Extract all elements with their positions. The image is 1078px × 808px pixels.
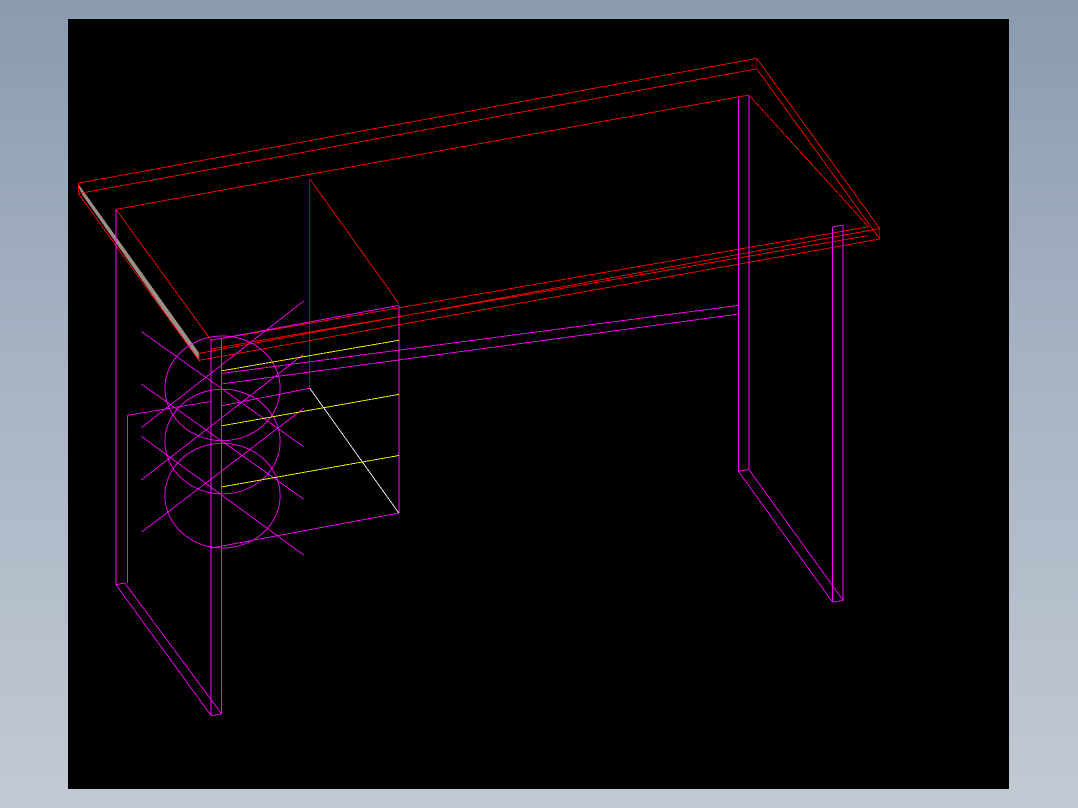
left-panel-edge <box>124 582 222 715</box>
stretcher-rail-edge <box>221 313 739 385</box>
desktop-top-edge <box>198 238 880 361</box>
desktop-apron-edge <box>748 94 869 228</box>
desktop-apron-edge <box>309 178 400 304</box>
left-panel-edge <box>115 582 125 586</box>
desktop-top[interactable] <box>78 57 881 362</box>
desk-frame[interactable] <box>115 94 844 717</box>
handle-construction-line <box>141 300 304 428</box>
handle-construction-line <box>141 408 304 533</box>
handle-construction-line <box>141 383 304 500</box>
right-panel-edge <box>832 599 844 603</box>
desktop-top-edge <box>756 58 881 229</box>
desktop-top-edge <box>756 68 881 240</box>
drawer-box-edge <box>211 512 399 549</box>
right-panel-edge <box>738 470 834 603</box>
desktop-apron-edge <box>115 94 749 210</box>
hidden-edge-line <box>309 388 400 514</box>
desktop-apron-edge <box>115 209 212 341</box>
handle-construction-line <box>141 435 304 556</box>
drawer-divider-line <box>221 393 399 427</box>
drawer-handle-circle <box>164 335 281 442</box>
drawer-box-edge <box>221 387 310 407</box>
desktop-top-edge <box>78 193 200 361</box>
stretcher-rail-edge <box>221 304 739 374</box>
desktop-top-edge <box>78 68 757 195</box>
cad-viewport[interactable] <box>68 19 1009 789</box>
left-panel-edge <box>115 584 212 716</box>
left-panel-edge <box>211 713 222 717</box>
desktop-top-edge <box>198 228 880 354</box>
hidden-edges <box>309 388 400 514</box>
right-panel-edge <box>832 224 844 228</box>
desk-wireframe-drawing <box>78 57 881 717</box>
desktop-top-edge <box>78 57 757 184</box>
desktop-top-band <box>78 184 200 362</box>
right-panel-edge <box>738 469 749 472</box>
drawer-box-edge <box>211 304 399 341</box>
right-panel-edge <box>748 469 844 601</box>
